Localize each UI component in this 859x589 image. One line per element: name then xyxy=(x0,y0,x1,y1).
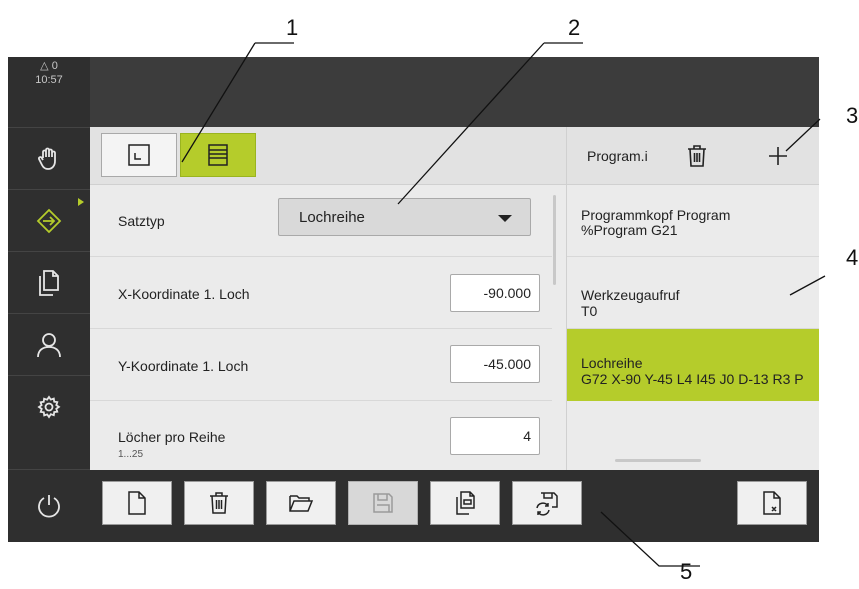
files-icon xyxy=(39,269,59,296)
status-area: △ 0 10:57 xyxy=(8,57,90,127)
program-title: Program.i xyxy=(587,148,648,164)
delete-block-button[interactable] xyxy=(680,139,714,173)
open-folder-icon xyxy=(289,495,314,512)
menu-item-user-login[interactable] xyxy=(8,313,90,375)
program-block-name: Lochreihe xyxy=(581,355,643,371)
trash-icon xyxy=(688,145,706,167)
warning-count: 0 xyxy=(51,60,58,72)
callout-1: 1 xyxy=(286,15,299,40)
power-icon xyxy=(38,495,60,518)
program-block-tool-call[interactable]: Werkzeugaufruf T0 xyxy=(567,257,819,329)
new-file-button[interactable] xyxy=(102,481,172,525)
satztyp-dropdown[interactable]: Lochreihe xyxy=(278,198,531,236)
program-header: Program.i xyxy=(567,127,819,185)
satztyp-value: Lochreihe xyxy=(299,209,365,226)
hand-icon xyxy=(38,147,56,170)
program-block-hole-row[interactable]: Lochreihe G72 X-90 Y-45 L4 I45 J0 D-13 R… xyxy=(567,329,819,401)
program-panel: Program.i Programmkopf Program %Program … xyxy=(567,127,819,470)
menu-item-settings[interactable] xyxy=(8,375,90,437)
view-toolbar xyxy=(90,127,566,185)
save-icon xyxy=(373,493,393,513)
holes-per-row-label: Löcher pro Reihe xyxy=(118,429,226,445)
top-header xyxy=(90,57,819,127)
program-block-name: Programmkopf Program xyxy=(581,207,731,223)
menu-item-file-management[interactable] xyxy=(8,251,90,313)
add-block-button[interactable] xyxy=(761,139,795,173)
close-file-button[interactable] xyxy=(737,481,807,525)
x-coordinate-label: X-Koordinate 1. Loch xyxy=(118,286,250,302)
graphic-view-icon xyxy=(128,144,150,166)
block-editor: Satztyp Lochreihe X-Koordinate 1. Loch -… xyxy=(90,127,566,470)
save-as-button[interactable] xyxy=(430,481,500,525)
y-coordinate-label: Y-Koordinate 1. Loch xyxy=(118,358,249,374)
save-recovery-icon xyxy=(536,492,558,516)
delete-icon xyxy=(210,492,228,514)
satztyp-label: Satztyp xyxy=(118,213,165,229)
main-menu: △ 0 10:57 xyxy=(8,57,90,542)
form-view-button[interactable] xyxy=(180,133,256,177)
form-row-satztyp: Satztyp Lochreihe xyxy=(90,185,552,257)
screen: △ 0 10:57 Satztyp Lochreihe X-Koordinate… xyxy=(0,0,859,589)
program-arrow-icon xyxy=(36,208,62,233)
save-button[interactable] xyxy=(348,481,418,525)
x-coordinate-input[interactable]: -90.000 xyxy=(450,274,540,312)
active-indicator xyxy=(78,198,84,206)
plus-icon xyxy=(769,147,787,165)
program-block-detail: T0 xyxy=(581,303,598,319)
warning-icon: △ xyxy=(40,60,49,72)
callout-3: 3 xyxy=(846,103,859,128)
holes-per-row-input[interactable]: 4 xyxy=(450,417,540,455)
program-block-header[interactable]: Programmkopf Program %Program G21 xyxy=(567,185,819,257)
chevron-down-icon xyxy=(498,215,512,222)
program-block-name: Werkzeugaufruf xyxy=(581,287,680,303)
form-row-y-coordinate: Y-Koordinate 1. Loch -45.000 xyxy=(90,329,552,401)
form-scrollbar[interactable] xyxy=(553,195,556,285)
callout-2: 2 xyxy=(568,15,581,40)
y-coordinate-input[interactable]: -45.000 xyxy=(450,345,540,383)
bottom-toolbar xyxy=(90,470,819,542)
save-recovery-button[interactable] xyxy=(512,481,582,525)
form-view-icon xyxy=(208,144,228,166)
form-row-x-coordinate: X-Koordinate 1. Loch -90.000 xyxy=(90,257,552,329)
new-file-icon xyxy=(128,491,146,515)
save-as-icon xyxy=(456,491,475,515)
callout-5: 5 xyxy=(680,559,693,584)
menu-item-power[interactable] xyxy=(8,469,90,542)
clock: 10:57 xyxy=(35,74,63,86)
open-file-button[interactable] xyxy=(266,481,336,525)
graphic-view-button[interactable] xyxy=(101,133,177,177)
menu-item-program[interactable] xyxy=(8,189,90,251)
user-icon xyxy=(37,332,61,357)
program-scrollbar[interactable] xyxy=(615,459,701,462)
close-file-icon xyxy=(763,491,781,515)
menu-item-manual-mode[interactable] xyxy=(8,127,90,189)
form-row-holes-per-row: Löcher pro Reihe 1...25 4 xyxy=(90,401,552,470)
delete-file-button[interactable] xyxy=(184,481,254,525)
program-block-detail: %Program G21 xyxy=(581,222,678,238)
callout-4: 4 xyxy=(846,245,859,270)
program-block-detail: G72 X-90 Y-45 L4 I45 J0 D-13 R3 P xyxy=(581,371,804,387)
gear-icon xyxy=(37,394,61,419)
holes-per-row-range: 1...25 xyxy=(118,449,144,460)
